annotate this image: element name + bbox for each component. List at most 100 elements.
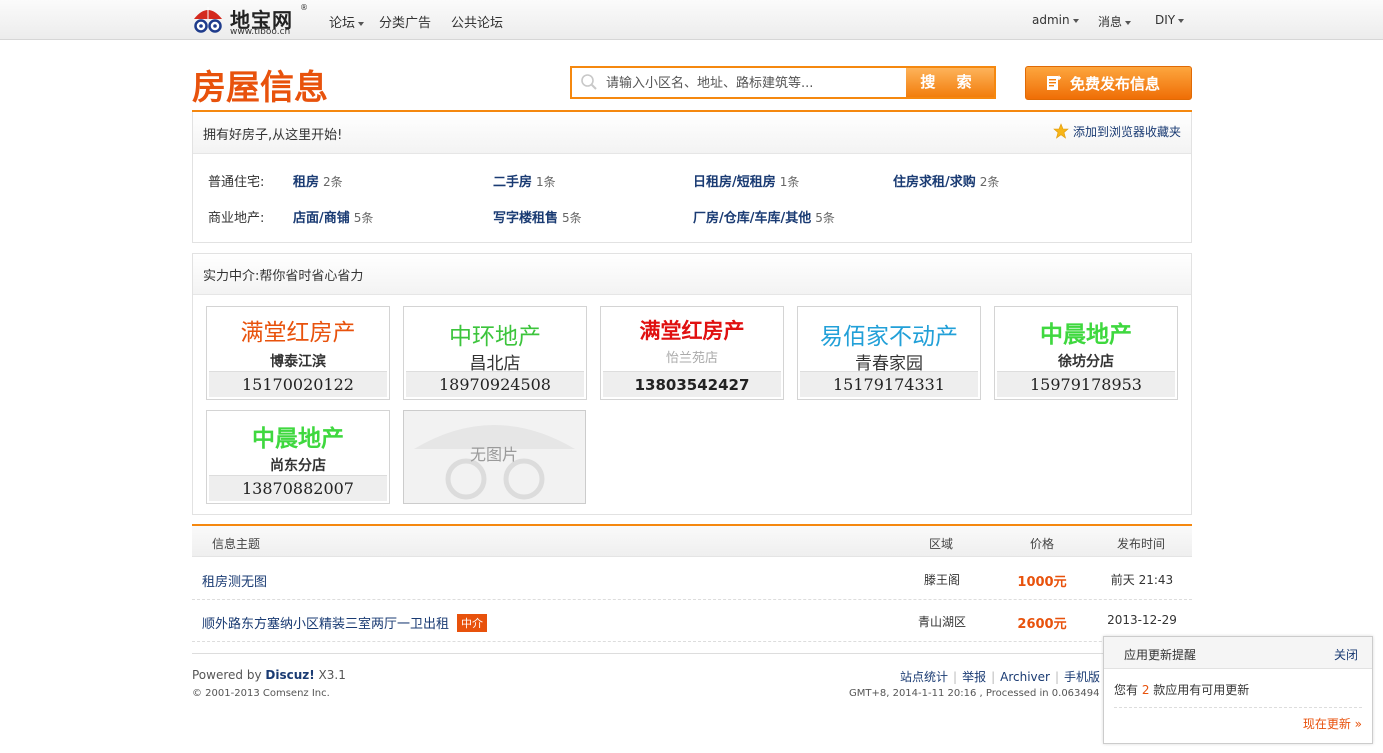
agent-card[interactable]: 满堂红房产 博泰江滨 15170020122 (206, 306, 390, 400)
listing-area: 滕王阁 (923, 573, 960, 587)
logo-url: www.tiboo.cn (230, 27, 291, 37)
agent-panel-title: 实力中介:帮你省时省心省力 (203, 269, 364, 284)
search-button[interactable]: 搜 索 (906, 68, 994, 97)
copyright: © 2001-2013 Comsenz Inc. (192, 688, 330, 699)
user-menu-admin-label: admin (1032, 13, 1070, 27)
footer-link-stats[interactable]: 站点统计 (900, 670, 948, 684)
footer-link-archiver[interactable]: Archiver (1000, 670, 1050, 684)
category-link[interactable]: 二手房 1条 (493, 171, 556, 190)
chevron-down-icon (1125, 20, 1132, 25)
user-menu-admin[interactable]: admin (1032, 13, 1079, 27)
category-panel: 拥有好房子,从这里开始! 添加到浏览器收藏夹 普通住宅: 租房 2条 二手房 1条 … (192, 112, 1192, 243)
discuz-link[interactable]: Discuz! (265, 668, 314, 682)
update-now-link[interactable]: 现在更新 » (1303, 715, 1362, 732)
nav-public-forum[interactable]: 公共论坛 (451, 12, 503, 31)
top-bar: 地宝网 ® www.tiboo.cn 论坛 分类广告 公共论坛 admin 消息… (0, 0, 1383, 40)
star-icon (1053, 123, 1069, 139)
category-link[interactable]: 日租房/短租房 1条 (693, 171, 799, 190)
agent-badge: 中介 (457, 614, 488, 632)
chevron-down-icon (1178, 18, 1185, 23)
no-image-placeholder-icon: 无图片 (404, 411, 585, 503)
agent-card-no-image[interactable]: 无图片 (403, 410, 586, 504)
site-logo[interactable]: 地宝网 ® www.tiboo.cn (192, 3, 312, 37)
col-subject: 信息主题 (212, 537, 261, 551)
update-reminder-popup: 应用更新提醒 关闭 您有 2 款应用有可用更新 现在更新 » (1103, 636, 1373, 744)
agent-card[interactable]: 中环地产 昌北店 18970924508 (403, 306, 587, 400)
category-panel-header: 拥有好房子,从这里开始! 添加到浏览器收藏夹 (193, 112, 1191, 154)
publish-icon (1047, 75, 1061, 90)
listing-price: 2600元 (1017, 617, 1067, 632)
slogan: 拥有好房子,从这里开始! (203, 128, 343, 143)
agent-card[interactable]: 满堂红房产 怡兰苑店 13803542427 (600, 306, 784, 400)
agent-phone: 15979178953 (997, 371, 1175, 397)
publish-button[interactable]: 免费发布信息 (1025, 66, 1192, 100)
footer-link-mobile[interactable]: 手机版 (1064, 670, 1100, 684)
agent-name: 中环地产 (449, 324, 541, 350)
chevron-down-icon (1072, 18, 1079, 23)
listing-price: 1000元 (1017, 575, 1067, 590)
agent-phone: 18970924508 (406, 371, 584, 397)
col-time: 发布时间 (1117, 537, 1166, 551)
agent-phone: 15170020122 (209, 371, 387, 397)
category-count: 2条 (323, 175, 343, 189)
col-area: 区域 (929, 537, 954, 551)
category-count: 1条 (779, 175, 800, 189)
agent-name: 中晨地产 (1040, 322, 1132, 348)
agent-name: 中晨地产 (252, 426, 344, 452)
category-link-label: 厂房/仓库/车库/其他 (693, 211, 812, 226)
category-group-label: 商业地产: (208, 211, 265, 226)
agent-branch: 徐坊分店 (1058, 354, 1114, 370)
popup-message: 您有 2 款应用有可用更新 (1114, 681, 1249, 698)
user-menu-diy[interactable]: DIY (1155, 13, 1185, 27)
umbrella-logo-icon (194, 7, 222, 33)
powered-prefix: Powered by (192, 668, 266, 682)
agent-card[interactable]: 易佰家不动产 青春家园 15179174331 (797, 306, 981, 400)
listing-title-link[interactable]: 租房测无图 (202, 571, 267, 590)
category-count: 5条 (562, 211, 582, 225)
category-link-label: 住房求租/求购 (893, 175, 976, 190)
nav-forum-label: 论坛 (329, 16, 356, 31)
listing-header: 信息主题 区域 价格 发布时间 (192, 526, 1192, 557)
footer-divider (192, 653, 1192, 654)
no-image-text: 无图片 (470, 445, 518, 464)
publish-button-label: 免费发布信息 (1070, 75, 1161, 93)
category-count: 5条 (815, 211, 835, 225)
category-link[interactable]: 厂房/仓库/车库/其他 5条 (693, 207, 835, 226)
add-favorite-link[interactable]: 添加到浏览器收藏夹 (1053, 123, 1181, 140)
page-title: 房屋信息 (192, 68, 328, 108)
category-link[interactable]: 租房 2条 (293, 171, 343, 190)
popup-divider (1114, 707, 1362, 708)
footer-link-report[interactable]: 举报 (962, 670, 986, 684)
agent-name: 满堂红房产 (639, 318, 745, 343)
logo-registered: ® (300, 3, 308, 12)
col-price: 价格 (1030, 537, 1055, 551)
agent-name: 满堂红房产 (240, 320, 356, 346)
listing-area: 青山湖区 (917, 615, 966, 629)
category-link[interactable]: 写字楼租售 5条 (493, 207, 582, 226)
agent-card[interactable]: 中晨地产 尚东分店 13870882007 (206, 410, 390, 504)
agent-phone: 13870882007 (209, 475, 387, 501)
popup-msg-suffix: 款应用有可用更新 (1149, 683, 1250, 697)
search-input[interactable] (606, 73, 902, 93)
listing-row: 租房测无图 滕王阁 1000元 前天 21:43 (192, 558, 1192, 600)
search-icon (581, 74, 597, 90)
chevron-down-icon (358, 21, 365, 26)
nav-forum[interactable]: 论坛 (329, 12, 365, 31)
category-link[interactable]: 店面/商铺 5条 (293, 207, 373, 226)
powered-version: X3.1 (314, 668, 346, 682)
agent-card[interactable]: 中晨地产 徐坊分店 15979178953 (994, 306, 1178, 400)
popup-close-button[interactable]: 关闭 (1334, 646, 1358, 663)
category-count: 1条 (536, 175, 556, 189)
popup-msg-prefix: 您有 (1114, 683, 1142, 697)
agent-name: 易佰家不动产 (820, 324, 958, 350)
nav-classified[interactable]: 分类广告 (379, 12, 431, 31)
listing-row: 顺外路东方塞纳小区精装三室两厅一卫出租 中介 青山湖区 2600元 2013-12… (192, 600, 1192, 642)
category-count: 5条 (353, 211, 374, 225)
listing-time: 前天 21:43 (1110, 573, 1174, 587)
user-menu-messages[interactable]: 消息 (1098, 13, 1132, 30)
listing-title-link[interactable]: 顺外路东方塞纳小区精装三室两厅一卫出租 中介 (202, 613, 488, 632)
category-link-label: 租房 (293, 175, 320, 190)
footer-links: 站点统计 | 举报 | Archiver | 手机版 (900, 670, 1101, 684)
category-group-label: 普通住宅: (208, 175, 265, 190)
category-link[interactable]: 住房求租/求购 2条 (893, 171, 999, 190)
